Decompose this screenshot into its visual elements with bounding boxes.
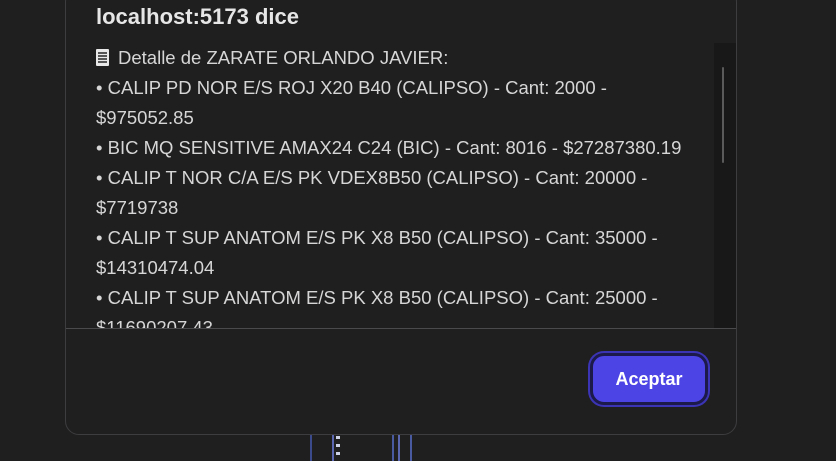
message-line: • BIC MQ SENSITIVE AMAX24 C24 (BIC) - Ca… (96, 137, 682, 158)
memo-icon (96, 49, 109, 66)
alert-dialog: localhost:5173 dice Detalle de ZARATE OR… (65, 0, 737, 435)
message-line: $11690207.43 (96, 317, 213, 328)
message-line: $7719738 (96, 197, 179, 218)
dialog-message: Detalle de ZARATE ORLANDO JAVIER: • CALI… (66, 43, 712, 328)
background-page-fragment (310, 432, 412, 461)
scrollbar-track[interactable] (714, 43, 736, 328)
message-line: • CALIP PD NOR E/S ROJ X20 B40 (CALIPSO)… (96, 77, 607, 98)
message-line: $975052.85 (96, 107, 194, 128)
dialog-title: localhost:5173 dice (96, 4, 299, 29)
message-line: • CALIP T SUP ANATOM E/S PK X8 B50 (CALI… (96, 227, 658, 248)
message-line: $14310474.04 (96, 257, 215, 278)
message-header: Detalle de ZARATE ORLANDO JAVIER: (96, 43, 712, 73)
message-line: • CALIP T NOR C/A E/S PK VDEX8B50 (CALIP… (96, 167, 648, 188)
message-header-text: Detalle de ZARATE ORLANDO JAVIER: (118, 47, 449, 68)
accept-button[interactable]: Aceptar (590, 353, 708, 405)
scrollbar-thumb[interactable] (722, 67, 724, 163)
message-line: • CALIP T SUP ANATOM E/S PK X8 B50 (CALI… (96, 287, 658, 308)
dialog-divider (66, 328, 736, 329)
